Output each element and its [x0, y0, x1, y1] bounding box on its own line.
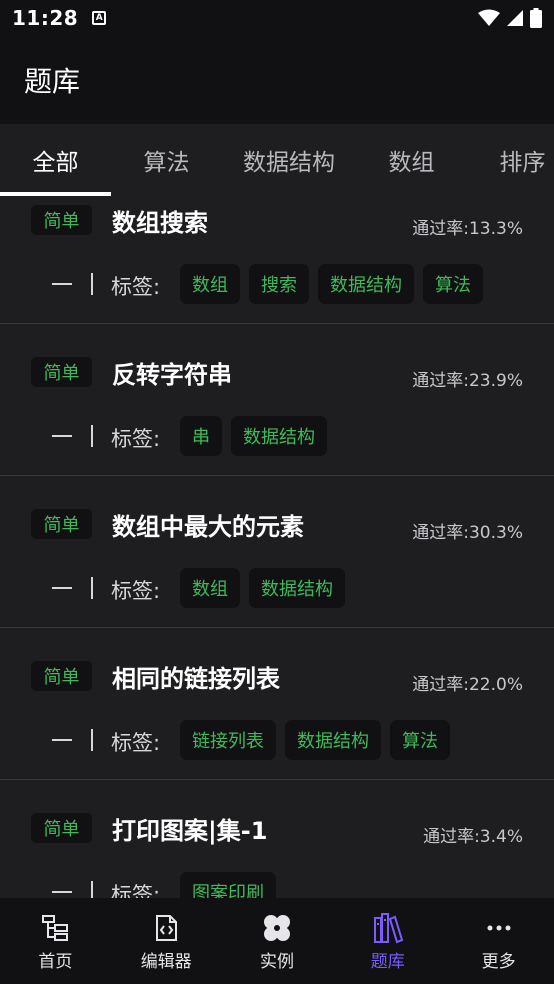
screen: 11:28 A 题库 全部 算法 数据结构 数组 排序 简单 数组搜索 通过率:…: [0, 0, 554, 984]
tag-chip[interactable]: 数据结构: [231, 416, 327, 456]
problem-title: 数组中最大的元素: [112, 513, 304, 541]
more-dots-icon: [483, 912, 515, 944]
tag-chip[interactable]: 链接列表: [180, 720, 276, 760]
problem-item[interactable]: 简单 数组搜索 通过率:13.3% 标签: 数组 搜索 数据结构 算法: [0, 196, 554, 324]
tag-chip[interactable]: 数组: [180, 568, 240, 608]
collapse-dash-icon[interactable]: [52, 283, 72, 285]
problem-item[interactable]: 简单 数组中最大的元素 通过率:30.3% 标签: 数组 数据结构: [0, 476, 554, 628]
tag-label: 标签:: [111, 579, 161, 603]
battery-icon: [530, 8, 542, 28]
difficulty-badge: 简单: [31, 661, 92, 691]
separator-bar: [91, 577, 93, 599]
nav-label: 题库: [370, 952, 405, 972]
bottom-nav: 首页 编辑器 实例 题库 更多: [0, 898, 554, 984]
tag-chip[interactable]: 算法: [423, 264, 483, 304]
collapse-dash-icon[interactable]: [52, 587, 72, 589]
separator-bar: [91, 425, 93, 447]
problem-title: 反转字符串: [112, 361, 232, 389]
pass-rate: 通过率:13.3%: [412, 219, 523, 239]
collapse-dash-icon[interactable]: [52, 739, 72, 741]
tab-algorithm[interactable]: 算法: [111, 124, 222, 196]
difficulty-badge: 简单: [31, 813, 92, 843]
separator-bar: [91, 273, 93, 295]
tag-chip[interactable]: 串: [180, 416, 222, 456]
home-tree-icon: [39, 912, 71, 944]
nav-home[interactable]: 首页: [0, 898, 111, 984]
notification-a-icon: A: [92, 11, 107, 25]
pass-rate: 通过率:30.3%: [412, 523, 523, 543]
tag-chip[interactable]: 数组: [180, 264, 240, 304]
wifi-icon: [478, 9, 500, 26]
tab-sort[interactable]: 排序: [467, 124, 554, 196]
nav-examples[interactable]: 实例: [222, 898, 333, 984]
tab-all[interactable]: 全部: [0, 124, 111, 196]
nav-label: 首页: [38, 952, 73, 972]
tag-label: 标签:: [111, 731, 161, 755]
page-title: 题库: [24, 65, 81, 98]
nav-problem-bank[interactable]: 题库: [332, 898, 443, 984]
tag-label: 标签:: [111, 427, 161, 451]
tag-list: 数组 搜索 数据结构 算法: [180, 264, 483, 304]
problem-item[interactable]: 简单 相同的链接列表 通过率:22.0% 标签: 链接列表 数据结构 算法: [0, 628, 554, 780]
nav-label: 更多: [481, 952, 516, 972]
problem-list[interactable]: 简单 数组搜索 通过率:13.3% 标签: 数组 搜索 数据结构 算法 简单 反…: [0, 196, 554, 898]
problem-item[interactable]: 简单 打印图案|集-1 通过率:3.4% 标签: 图案印刷: [0, 780, 554, 898]
books-icon: [372, 912, 404, 944]
tag-chip[interactable]: 算法: [390, 720, 450, 760]
tag-list: 数组 数据结构: [180, 568, 345, 608]
problem-title: 打印图案|集-1: [112, 817, 268, 845]
nav-label: 编辑器: [140, 952, 192, 972]
tab-data-structure[interactable]: 数据结构: [222, 124, 356, 196]
category-tabs: 全部 算法 数据结构 数组 排序: [0, 124, 554, 196]
pass-rate: 通过率:22.0%: [412, 675, 523, 695]
pass-rate: 通过率:3.4%: [423, 827, 523, 847]
separator-bar: [91, 881, 93, 898]
difficulty-badge: 简单: [31, 205, 92, 235]
tag-list: 串 数据结构: [180, 416, 327, 456]
collapse-dash-icon[interactable]: [52, 891, 72, 893]
tag-chip[interactable]: 数据结构: [285, 720, 381, 760]
tab-array[interactable]: 数组: [356, 124, 467, 196]
difficulty-badge: 简单: [31, 357, 92, 387]
tag-label: 标签:: [111, 883, 161, 898]
code-file-icon: [150, 912, 182, 944]
collapse-dash-icon[interactable]: [52, 435, 72, 437]
pass-rate: 通过率:23.9%: [412, 371, 523, 391]
status-time: 11:28: [12, 6, 79, 30]
nav-label: 实例: [259, 952, 294, 972]
tag-chip[interactable]: 搜索: [249, 264, 309, 304]
tag-list: 图案印刷: [180, 872, 276, 898]
status-icons: [478, 8, 542, 28]
tag-list: 链接列表 数据结构 算法: [180, 720, 450, 760]
signal-icon: [507, 10, 523, 26]
problem-title: 数组搜索: [112, 209, 208, 237]
problem-title: 相同的链接列表: [112, 665, 280, 693]
tag-chip[interactable]: 图案印刷: [180, 872, 276, 898]
clover-icon: [261, 912, 293, 944]
tag-label: 标签:: [111, 275, 161, 299]
app-bar: 题库: [0, 36, 554, 124]
tag-chip[interactable]: 数据结构: [318, 264, 414, 304]
tag-chip[interactable]: 数据结构: [249, 568, 345, 608]
nav-editor[interactable]: 编辑器: [111, 898, 222, 984]
separator-bar: [91, 729, 93, 751]
status-bar: 11:28 A: [0, 0, 554, 36]
problem-item[interactable]: 简单 反转字符串 通过率:23.9% 标签: 串 数据结构: [0, 324, 554, 476]
difficulty-badge: 简单: [31, 509, 92, 539]
nav-more[interactable]: 更多: [443, 898, 554, 984]
